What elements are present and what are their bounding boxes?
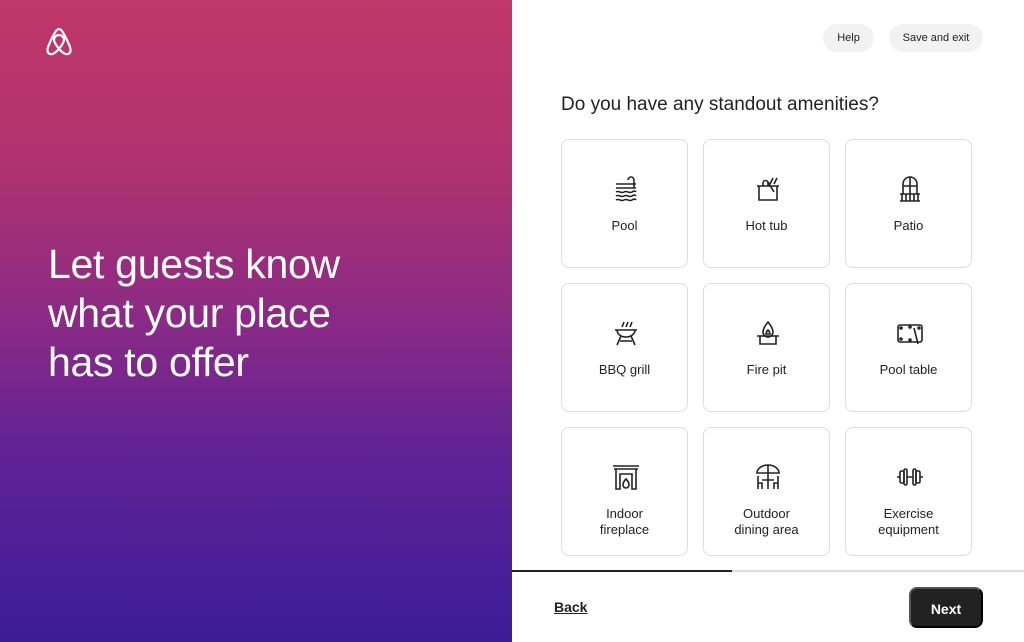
amenity-label: Patio — [893, 218, 924, 233]
hot-tub-icon — [757, 177, 779, 201]
amenity-label: Pool table — [879, 362, 938, 377]
pool-icon — [615, 176, 637, 202]
amenity-card-exercise-equipment[interactable]: Exercise equipment — [845, 427, 972, 556]
patio-icon — [900, 176, 920, 202]
amenity-label: Hot tub — [745, 218, 788, 233]
save-exit-button[interactable]: Save and exit — [889, 24, 983, 52]
hero-line: has to offer — [48, 339, 249, 385]
amenity-card-pool-table[interactable]: Pool table — [845, 283, 972, 412]
hero-line: Let guests know — [48, 241, 340, 287]
fire-pit-icon — [757, 320, 779, 345]
amenity-label: Pool — [611, 218, 638, 233]
hero-line: what your place — [48, 290, 331, 336]
bbq-grill-icon — [615, 321, 637, 346]
progress-bar — [512, 570, 1024, 572]
amenity-label: Fire pit — [746, 362, 787, 377]
amenity-label: Outdoor dining area — [734, 506, 799, 537]
hero-heading: Let guests know what your place has to o… — [48, 240, 448, 387]
outdoor-dining-icon — [756, 464, 780, 489]
amenity-card-indoor-fireplace[interactable]: Indoor fireplace — [561, 427, 688, 556]
amenity-card-pool[interactable]: Pool — [561, 139, 688, 268]
airbnb-logo-icon[interactable] — [45, 27, 73, 57]
exercise-equipment-icon — [897, 468, 923, 486]
hero-panel: Let guests know what your place has to o… — [0, 0, 512, 642]
next-button[interactable]: Next — [909, 587, 983, 628]
amenity-card-fire-pit[interactable]: Fire pit — [703, 283, 830, 412]
form-panel: Help Save and exit Do you have any stand… — [512, 0, 1024, 642]
amenity-label: Exercise equipment — [878, 506, 939, 537]
amenities-grid[interactable]: Pool Hot tub Patio BBQ grill Fire pit Po… — [512, 139, 1024, 571]
amenity-label: Indoor fireplace — [599, 506, 650, 537]
amenity-card-hot-tub[interactable]: Hot tub — [703, 139, 830, 268]
amenity-card-patio[interactable]: Patio — [845, 139, 972, 268]
fireplace-icon — [613, 465, 639, 490]
pool-table-icon — [897, 324, 923, 345]
amenity-card-outdoor-dining[interactable]: Outdoor dining area — [703, 427, 830, 556]
help-button[interactable]: Help — [823, 24, 874, 52]
back-link[interactable]: Back — [554, 599, 587, 615]
page-title: Do you have any standout amenities? — [561, 94, 879, 115]
amenity-label: BBQ grill — [598, 362, 651, 377]
progress-fill — [512, 570, 733, 572]
amenity-card-bbq-grill[interactable]: BBQ grill — [561, 283, 688, 412]
